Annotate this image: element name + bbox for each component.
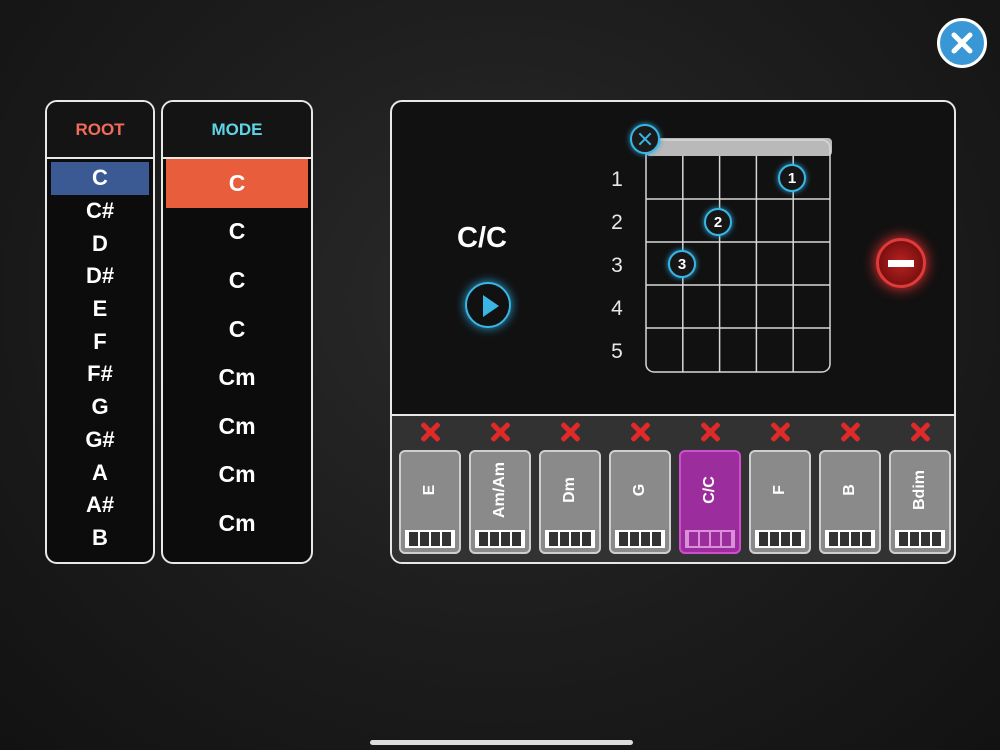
keyboard-icon xyxy=(475,530,525,548)
progression-slot: C/C xyxy=(675,416,745,562)
root-item-f-sharp[interactable]: F# xyxy=(47,358,153,391)
chord-card-label: G xyxy=(631,483,648,497)
mode-item[interactable]: C xyxy=(166,159,308,208)
chord-card-label: F xyxy=(771,485,788,495)
mode-item[interactable]: Cm xyxy=(163,402,311,451)
fret-number: 4 xyxy=(611,297,623,320)
delete-x-icon[interactable] xyxy=(489,421,511,443)
finger-dot[interactable]: 1 xyxy=(778,164,806,192)
root-item-d[interactable]: D xyxy=(47,227,153,260)
mute-string-icon[interactable] xyxy=(630,124,660,154)
keyboard-icon xyxy=(895,530,945,548)
root-item-b[interactable]: B xyxy=(47,522,153,555)
mode-item[interactable]: Cm xyxy=(163,451,311,500)
mode-item[interactable]: C xyxy=(163,305,311,354)
progression-strip: E Am/Am Dm G C/C F B Bdim xyxy=(392,414,954,562)
close-icon xyxy=(951,32,973,54)
chord-card[interactable]: B xyxy=(819,450,881,554)
progression-slot: E xyxy=(395,416,465,562)
strings xyxy=(682,156,794,372)
delete-x-icon[interactable] xyxy=(839,421,861,443)
root-item-c-sharp[interactable]: C# xyxy=(47,195,153,228)
keyboard-icon xyxy=(405,530,455,548)
delete-x-icon[interactable] xyxy=(699,421,721,443)
delete-x-icon[interactable] xyxy=(559,421,581,443)
root-item-c[interactable]: C xyxy=(51,162,149,195)
mode-item[interactable]: Cm xyxy=(163,499,311,548)
chord-card-label: Am/Am xyxy=(491,461,508,519)
root-item-f[interactable]: F xyxy=(47,325,153,358)
chord-card[interactable]: G xyxy=(609,450,671,554)
progression-slot: B xyxy=(815,416,885,562)
finger-dot[interactable]: 2 xyxy=(704,208,732,236)
fret-number: 2 xyxy=(611,211,623,234)
chord-name: C/C xyxy=(457,222,507,254)
fret-number: 1 xyxy=(611,168,623,191)
progression-slot: Dm xyxy=(535,416,605,562)
chord-card-label: Dm xyxy=(561,477,578,503)
root-item-e[interactable]: E xyxy=(47,293,153,326)
keyboard-icon xyxy=(685,530,735,548)
delete-x-icon[interactable] xyxy=(419,421,441,443)
root-item-g-sharp[interactable]: G# xyxy=(47,424,153,457)
mode-picker: MODE C C C C Cm Cm Cm Cm xyxy=(161,100,313,564)
chord-card-label: E xyxy=(421,484,438,496)
finger-dot[interactable]: 3 xyxy=(668,250,696,278)
chord-card-label: C/C xyxy=(701,476,718,504)
root-item-g[interactable]: G xyxy=(47,391,153,424)
root-item-d-sharp[interactable]: D# xyxy=(47,260,153,293)
keyboard-icon xyxy=(755,530,805,548)
progression-slot: G xyxy=(605,416,675,562)
keyboard-icon xyxy=(545,530,595,548)
progression-slot: Bdim xyxy=(885,416,954,562)
delete-x-icon[interactable] xyxy=(909,421,931,443)
root-header: ROOT xyxy=(47,102,153,159)
chord-card-active[interactable]: C/C xyxy=(679,450,741,554)
progression-slot: Am/Am xyxy=(465,416,535,562)
keyboard-icon xyxy=(615,530,665,548)
keyboard-icon xyxy=(825,530,875,548)
remove-button[interactable] xyxy=(876,238,926,288)
play-button[interactable] xyxy=(465,282,511,328)
mode-header: MODE xyxy=(163,102,311,159)
mode-item[interactable]: C xyxy=(163,256,311,305)
chord-panel: C/C 1 2 3 4 5 1 2 3 E Am/Am Dm G C/C F B… xyxy=(390,100,956,564)
root-item-a-sharp[interactable]: A# xyxy=(47,489,153,522)
chord-card[interactable]: E xyxy=(399,450,461,554)
chord-card[interactable]: Am/Am xyxy=(469,450,531,554)
chord-card[interactable]: F xyxy=(749,450,811,554)
delete-x-icon[interactable] xyxy=(629,421,651,443)
close-button[interactable] xyxy=(937,18,987,68)
chord-card[interactable]: Bdim xyxy=(889,450,951,554)
root-item-a[interactable]: A xyxy=(47,456,153,489)
mode-list: C C C C Cm Cm Cm Cm xyxy=(163,159,311,548)
root-picker: ROOT C C# D D# E F F# G G# A A# B xyxy=(45,100,155,564)
root-list: C C# D D# E F F# G G# A A# B xyxy=(47,162,153,554)
chord-card-label: Bdim xyxy=(911,470,928,510)
delete-x-icon[interactable] xyxy=(769,421,791,443)
mode-item[interactable]: C xyxy=(163,208,311,257)
home-indicator[interactable] xyxy=(370,740,633,745)
fret-number: 3 xyxy=(611,254,623,277)
mode-item[interactable]: Cm xyxy=(163,353,311,402)
progression-slot: F xyxy=(745,416,815,562)
chord-card[interactable]: Dm xyxy=(539,450,601,554)
fret-number: 5 xyxy=(611,340,623,363)
chord-card-label: B xyxy=(841,484,858,496)
